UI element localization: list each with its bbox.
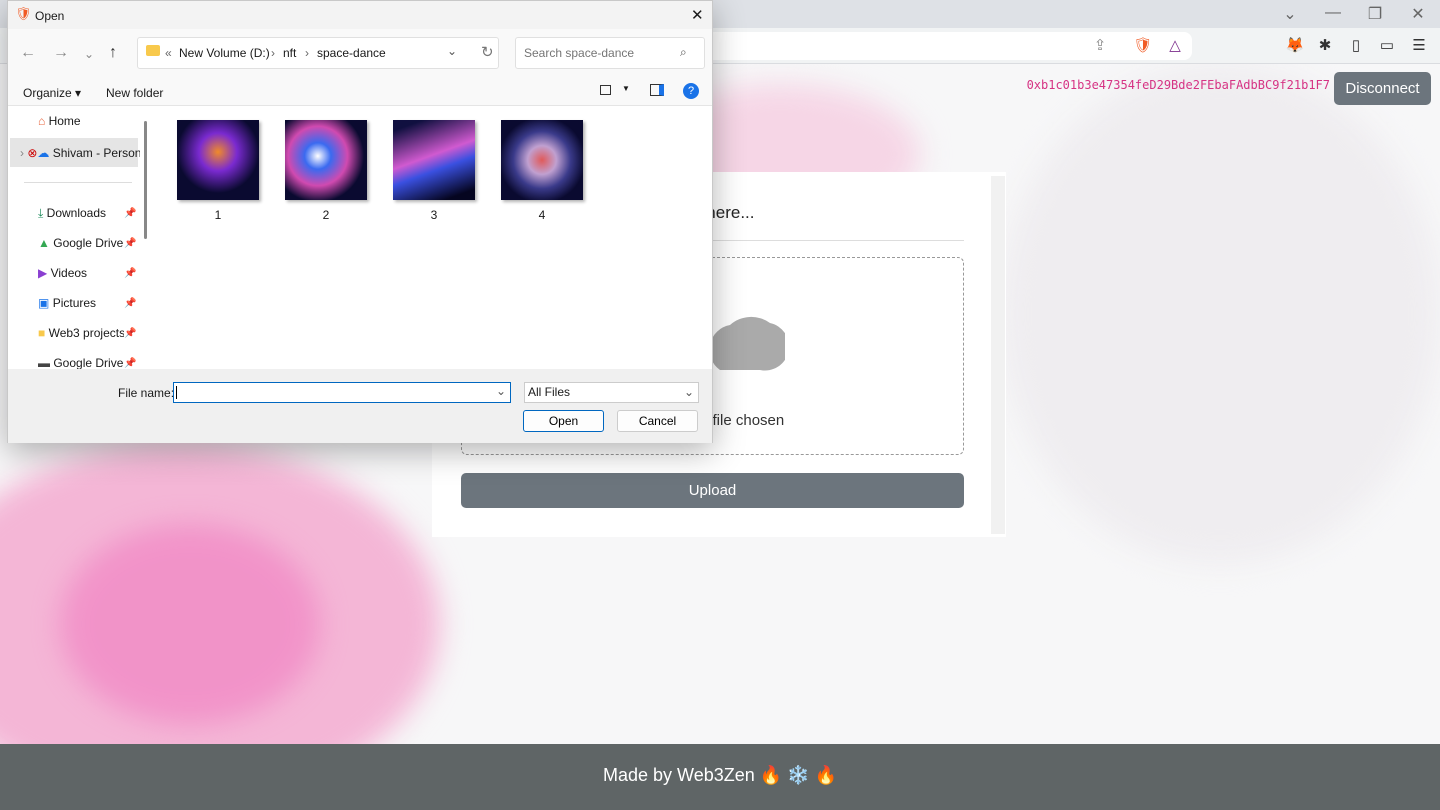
nav-item-google-drive[interactable]: ▲ Google Drive: [38, 236, 138, 250]
restore-button[interactable]: ❐: [1360, 4, 1390, 24]
nav-item-label: Home: [48, 114, 81, 128]
wallet-address: 0xb1c01b3e47354feD29Bde2FEbaFAdbBC9f21b1…: [1026, 78, 1330, 92]
nav-item-google-drive-volume[interactable]: ▬ Google Drive: [38, 356, 124, 369]
preview-pane-icon[interactable]: [650, 84, 664, 96]
pin-icon: 📌: [124, 298, 137, 309]
file-type-select[interactable]: All Files ⌄: [524, 382, 699, 403]
file-thumbnail-1[interactable]: [177, 120, 259, 200]
close-icon[interactable]: ✕: [691, 6, 704, 24]
dialog-toolbar: Organize ▾ New folder ▼ ?: [8, 78, 712, 106]
nav-item-downloads[interactable]: ⤓ Downloads: [38, 206, 138, 221]
nav-item-onedrive[interactable]: › ⊗☁ Shivam - Personal: [20, 146, 140, 160]
disconnect-button[interactable]: Disconnect: [1334, 72, 1431, 105]
breadcrumb[interactable]: « New Volume (D:) › nft › space-dance ⌄ …: [137, 37, 499, 69]
nav-item-label: Google Drive: [53, 356, 124, 369]
chevron-right-icon: ›: [271, 46, 275, 60]
navigation-pane: ⌂ Home › ⊗☁ Shivam - Personal ⤓ Download…: [8, 106, 154, 369]
card-scrollbar[interactable]: [991, 176, 1005, 534]
tab-search-icon[interactable]: ⌄: [1275, 4, 1305, 24]
nav-item-label: Google Drive: [53, 236, 124, 250]
nav-item-label: Videos: [50, 266, 88, 280]
error-icon: ⊗: [27, 146, 38, 160]
file-name[interactable]: 4: [501, 208, 583, 222]
breadcrumb-item[interactable]: space-dance: [317, 46, 386, 60]
folder-icon: [146, 45, 160, 56]
nav-item-label: Downloads: [46, 206, 107, 220]
close-window-button[interactable]: ✕: [1403, 4, 1433, 24]
nav-item-home[interactable]: ⌂ Home: [38, 114, 81, 128]
nav-item-web3-projects[interactable]: ■ Web3 projects: [38, 326, 124, 340]
breadcrumb-item[interactable]: nft: [283, 46, 296, 60]
metamask-icon[interactable]: 🦊: [1284, 36, 1306, 54]
chevron-down-icon: ⌄: [683, 385, 694, 399]
file-name[interactable]: 3: [393, 208, 475, 222]
nav-pane-scrollbar[interactable]: [144, 121, 147, 239]
share-icon[interactable]: ⇪: [1089, 36, 1111, 54]
file-type-value: All Files: [528, 385, 571, 399]
new-folder-button[interactable]: New folder: [106, 86, 163, 100]
brave-icon: 🛡: [15, 6, 32, 21]
breadcrumb-item[interactable]: New Volume (D:): [179, 46, 270, 60]
help-icon[interactable]: ?: [683, 83, 699, 99]
refresh-icon[interactable]: ↻: [481, 43, 494, 61]
file-thumbnail-4[interactable]: [501, 120, 583, 200]
nav-item-pictures[interactable]: ▣ Pictures: [38, 296, 138, 310]
chevron-right-icon: ›: [305, 46, 309, 60]
nav-item-label: Pictures: [52, 296, 97, 310]
pin-icon: 📌: [124, 268, 137, 279]
divider: [24, 182, 132, 183]
search-icon: ⌕: [680, 45, 687, 59]
text-cursor: [176, 386, 177, 399]
pin-icon: 📌: [124, 208, 137, 219]
dialog-title: Open: [35, 9, 65, 23]
dialog-footer: [8, 369, 712, 443]
brave-rewards-icon[interactable]: △: [1164, 36, 1186, 54]
file-name-label: File name:: [118, 386, 175, 400]
file-thumbnail-2[interactable]: [285, 120, 367, 200]
menu-icon[interactable]: ☰: [1408, 36, 1430, 54]
recent-chevron-icon[interactable]: ⌄: [84, 47, 94, 61]
forward-icon[interactable]: →: [53, 44, 69, 62]
view-icon[interactable]: [600, 85, 611, 95]
file-name[interactable]: 2: [285, 208, 367, 222]
pin-icon: 📌: [124, 328, 137, 339]
dialog-title-bar: 🛡 Open ✕: [8, 1, 712, 29]
footer: Made by Web3Zen 🔥 ❄️ 🔥: [0, 744, 1440, 810]
extensions-icon[interactable]: ✱: [1314, 36, 1336, 54]
nav-item-videos[interactable]: ▶ Videos: [38, 266, 138, 280]
upload-button[interactable]: Upload: [461, 473, 964, 508]
organize-button[interactable]: Organize ▾: [23, 86, 81, 100]
onedrive-icon: ☁: [37, 146, 50, 160]
chevron-down-icon[interactable]: ⌄: [496, 384, 506, 398]
file-thumbnail-3[interactable]: [393, 120, 475, 200]
overflow-icon[interactable]: «: [165, 46, 172, 60]
open-button[interactable]: Open: [523, 410, 604, 432]
cancel-button[interactable]: Cancel: [617, 410, 698, 432]
chevron-down-icon[interactable]: ⌄: [447, 44, 457, 58]
up-icon[interactable]: ↑: [109, 44, 117, 62]
wallet-icon[interactable]: ▭: [1376, 36, 1398, 54]
file-name[interactable]: 1: [177, 208, 259, 222]
back-icon[interactable]: ←: [20, 44, 36, 62]
view-dropdown-icon[interactable]: ▼: [622, 84, 630, 93]
sidebar-icon[interactable]: ▯: [1345, 36, 1367, 54]
minimize-button[interactable]: —: [1318, 4, 1348, 22]
nav-item-label: Shivam - Personal: [52, 146, 140, 160]
nav-item-label: Web3 projects: [48, 326, 124, 340]
pin-icon: 📌: [124, 238, 137, 249]
search-input[interactable]: [515, 37, 705, 69]
brave-shield-icon[interactable]: 🛡: [1132, 36, 1154, 54]
file-name-input[interactable]: ⌄: [173, 382, 511, 403]
open-file-dialog: 🛡 Open ✕ ← → ⌄ ↑ « New Volume (D:) › nft…: [7, 0, 713, 443]
pin-icon: 📌: [124, 358, 137, 369]
